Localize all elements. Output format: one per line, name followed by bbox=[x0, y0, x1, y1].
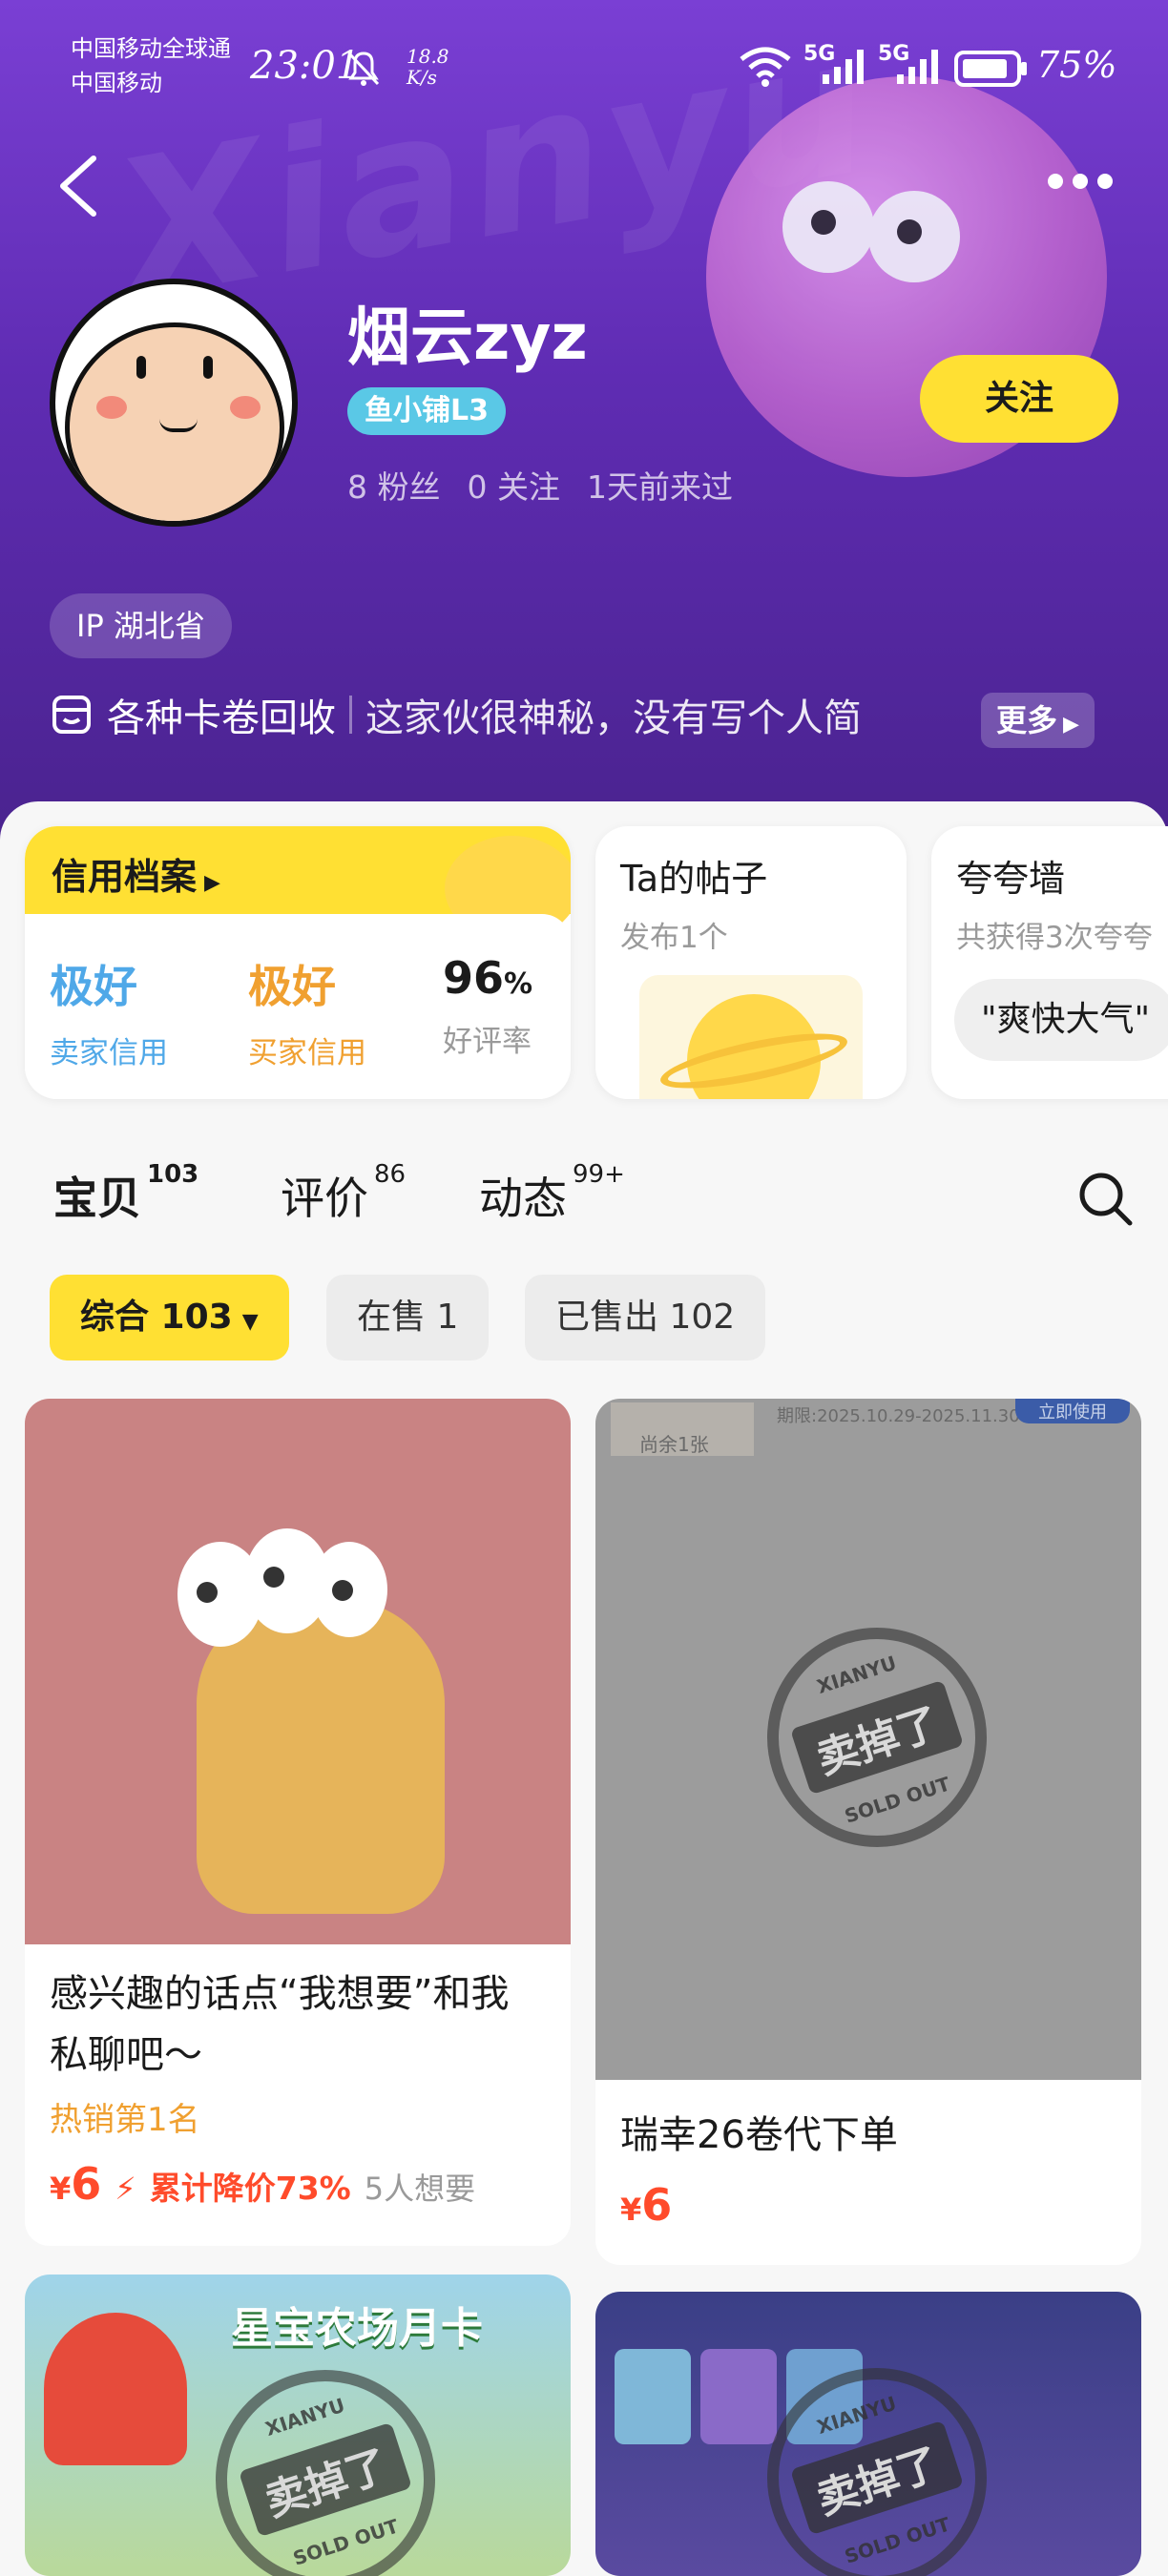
product-price: ¥6 bbox=[50, 2158, 102, 2210]
product-card[interactable]: XIANYU 卖掉了 SOLD OUT bbox=[595, 2292, 1141, 2576]
sold-out-stamp: XIANYU 卖掉了 SOLD OUT bbox=[187, 2341, 464, 2576]
carrier-2: 中国移动 bbox=[71, 70, 162, 96]
product-price-row: ¥6 ⚡ 累计降价73% 5人想要 bbox=[50, 2158, 475, 2210]
carrier-1: 中国移动全球通 bbox=[71, 35, 231, 62]
shop-tag: 各种卡卷回收 bbox=[107, 696, 336, 740]
discount-label: 累计降价73% bbox=[149, 2170, 351, 2207]
bio-text: 这家伙很神秘，没有写个人简 bbox=[365, 696, 862, 740]
signal-2-icon bbox=[897, 50, 938, 84]
credit-card[interactable]: 信用档案 ▶ 极好 卖家信用 极好 买家信用 96% 好评率 bbox=[25, 826, 571, 1099]
posts-count: 发布1个 bbox=[620, 921, 728, 955]
username: 烟云zyz bbox=[347, 301, 588, 374]
lightning-icon: ⚡ bbox=[115, 2171, 136, 2207]
signal-1-icon bbox=[823, 50, 864, 84]
shop-icon bbox=[52, 696, 91, 734]
seller-label: 卖家信用 bbox=[50, 1036, 168, 1070]
search-icon[interactable] bbox=[1076, 1170, 1134, 1227]
product-image: 尚余1张 期限:2025.10.29-2025.11.30 立即使用 XIANY… bbox=[595, 1399, 1141, 2080]
praise-wall-card[interactable]: 夸夸墙 共获得3次夸夸 "爽快大气" bbox=[931, 826, 1168, 1099]
product-card[interactable]: 星宝农场月卡 XIANYU 卖掉了 SOLD OUT bbox=[25, 2275, 571, 2576]
praise-quote-chip: "爽快大气" bbox=[954, 979, 1168, 1061]
last-seen: 1天前来过 bbox=[587, 468, 733, 506]
tab-activity[interactable]: 动态 99+ bbox=[479, 1160, 625, 1227]
product-price: ¥6 bbox=[620, 2179, 673, 2231]
fans-count[interactable]: 8 粉丝 bbox=[347, 462, 441, 508]
follow-button[interactable]: 关注 bbox=[920, 355, 1118, 443]
bio-more-button[interactable]: 更多 ▶ bbox=[981, 693, 1095, 748]
sold-out-stamp: XIANYU 卖掉了 SOLD OUT bbox=[739, 1599, 1015, 1876]
product-card[interactable]: 尚余1张 期限:2025.10.29-2025.11.30 立即使用 XIANY… bbox=[595, 1399, 1141, 2265]
credit-title: 信用档案 ▶ bbox=[52, 856, 220, 898]
profile-header: Xianyu 中国移动全球通 中国移动 23:01 18.8 K/s 5G 5G … bbox=[0, 0, 1168, 840]
battery-percent: 75% bbox=[1036, 44, 1117, 86]
caret-right-icon: ▶ bbox=[204, 871, 220, 895]
back-arrow-icon[interactable] bbox=[55, 153, 103, 219]
buyer-rating: 极好 bbox=[248, 961, 336, 1012]
good-rate: 96% bbox=[443, 952, 533, 1004]
product-title: 感兴趣的话点“我想要”和我私聊吧～ bbox=[50, 1972, 510, 2077]
good-rate-label: 好评率 bbox=[443, 1025, 532, 1059]
bio-row: 各种卡卷回收 这家伙很神秘，没有写个人简 bbox=[50, 687, 1118, 742]
sold-out-stamp: XIANYU 卖掉了 SOLD OUT bbox=[739, 2339, 1015, 2576]
product-rank-tag: 热销第1名 bbox=[50, 2101, 200, 2139]
profile-stats: 8 粉丝 0 关注 1天前来过 bbox=[347, 462, 733, 508]
more-options-icon[interactable] bbox=[1048, 174, 1113, 189]
product-image: XIANYU 卖掉了 SOLD OUT bbox=[595, 2292, 1141, 2576]
product-card[interactable]: 感兴趣的话点“我想要”和我私聊吧～ 热销第1名 ¥6 ⚡ 累计降价73% 5人想… bbox=[25, 1399, 571, 2246]
product-image bbox=[25, 1399, 571, 1944]
tab-reviews[interactable]: 评价 86 bbox=[281, 1160, 406, 1227]
buyer-label: 买家信用 bbox=[248, 1036, 366, 1070]
profile-tabs: 宝贝 103 评价 86 动态 99+ bbox=[0, 1154, 1168, 1250]
wifi-icon bbox=[740, 47, 791, 87]
filter-sold[interactable]: 已售出 102 bbox=[525, 1275, 766, 1361]
battery-icon bbox=[954, 51, 1027, 87]
posts-title: Ta的帖子 bbox=[620, 858, 768, 900]
filter-on-sale[interactable]: 在售 1 bbox=[326, 1275, 490, 1361]
divider bbox=[349, 696, 352, 734]
avatar[interactable] bbox=[50, 279, 298, 527]
post-thumbnail bbox=[639, 975, 863, 1099]
shop-level-badge[interactable]: 鱼小铺L3 bbox=[347, 387, 506, 435]
product-image: 星宝农场月卡 XIANYU 卖掉了 SOLD OUT bbox=[25, 2275, 571, 2576]
wants-count: 5人想要 bbox=[364, 2171, 476, 2207]
network-speed: 18.8 K/s bbox=[407, 45, 449, 89]
caret-down-icon: ▼ bbox=[241, 1310, 259, 1334]
mute-bell-icon bbox=[347, 52, 380, 86]
following-count[interactable]: 0 关注 bbox=[468, 462, 561, 508]
praise-title: 夸夸墙 bbox=[956, 858, 1066, 900]
ip-location-tag: IP 湖北省 bbox=[50, 593, 232, 658]
tab-items[interactable]: 宝贝 103 bbox=[53, 1160, 198, 1227]
seller-rating: 极好 bbox=[50, 961, 137, 1012]
product-title: 瑞幸26卷代下单 bbox=[620, 2113, 898, 2157]
posts-card[interactable]: Ta的帖子 发布1个 bbox=[595, 826, 907, 1099]
filter-all[interactable]: 综合 103 ▼ bbox=[50, 1275, 289, 1361]
caret-right-icon: ▶ bbox=[1063, 713, 1079, 737]
praise-count: 共获得3次夸夸 bbox=[956, 921, 1153, 955]
